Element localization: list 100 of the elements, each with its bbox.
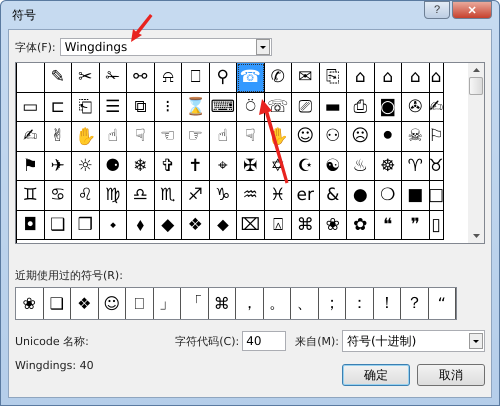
symbol-cell[interactable]: ❄ bbox=[127, 152, 154, 181]
symbol-cell[interactable]: ♊ bbox=[17, 181, 44, 210]
symbol-cell[interactable]: ♐ bbox=[182, 181, 210, 210]
symbol-cell[interactable]: ❝ bbox=[374, 210, 402, 240]
symbol-cell[interactable]: ✁ bbox=[100, 63, 127, 92]
symbol-cell[interactable]: ⌖ bbox=[210, 152, 237, 181]
symbol-cell[interactable]: ♨ bbox=[347, 152, 374, 181]
symbol-cell[interactable]: ☞ bbox=[182, 122, 210, 152]
recent-symbol-cell[interactable]: ！ bbox=[374, 288, 401, 319]
symbol-cell[interactable]: ⚯ bbox=[127, 63, 154, 92]
symbol-cell[interactable]: ▬ bbox=[320, 92, 347, 122]
symbol-cell[interactable]: ☝ bbox=[100, 122, 127, 152]
symbol-cell[interactable]: ☼ bbox=[72, 152, 100, 181]
recent-symbol-cell[interactable]: ， bbox=[236, 288, 264, 319]
symbol-cell[interactable]: ❀ bbox=[320, 210, 347, 240]
symbol-cell[interactable]: ▯ bbox=[430, 210, 444, 240]
symbol-cell[interactable]: ✿ bbox=[347, 210, 374, 240]
symbol-cell[interactable]: ✉ bbox=[292, 63, 320, 92]
symbol-cell[interactable]: ✈ bbox=[44, 152, 72, 181]
symbol-cell[interactable]: ❍ bbox=[374, 181, 402, 210]
recent-symbol-cell[interactable]: 、 bbox=[291, 288, 318, 319]
symbol-cell[interactable]: ⚐ bbox=[430, 122, 444, 152]
char-code-field[interactable]: 40 bbox=[242, 331, 286, 351]
symbol-cell[interactable]: ⊏ bbox=[44, 92, 72, 122]
symbol-cell[interactable]: ✆ bbox=[264, 63, 292, 92]
symbol-cell[interactable]: ❒ bbox=[72, 210, 100, 240]
recent-symbol-cell[interactable]: “ bbox=[428, 288, 456, 319]
scroll-thumb[interactable] bbox=[469, 77, 483, 95]
symbol-cell[interactable]: ☺ bbox=[292, 122, 320, 152]
symbol-cell[interactable]: ⎘ bbox=[320, 63, 347, 92]
symbol-cell[interactable]: ☠ bbox=[402, 122, 430, 152]
symbol-cell[interactable]: ⌂ bbox=[430, 63, 444, 92]
symbol-cell[interactable]: ◙ bbox=[374, 92, 402, 122]
symbol-cell[interactable]: ⬧ bbox=[127, 210, 154, 240]
symbol-cell[interactable]: ☜ bbox=[154, 122, 182, 152]
recent-symbol-cell[interactable]: ❑ bbox=[44, 288, 71, 319]
symbol-cell[interactable]: ⧉ bbox=[127, 92, 154, 122]
symbol-cell[interactable]: ☯ bbox=[320, 152, 347, 181]
symbol-cell[interactable]: ⌘ bbox=[292, 210, 320, 240]
symbol-cell[interactable]: ⎚ bbox=[292, 92, 320, 122]
symbol-cell[interactable]: ⚫ bbox=[374, 122, 402, 152]
symbol-cell[interactable]: ☟ bbox=[237, 122, 264, 152]
symbol-cell[interactable]: ◘ bbox=[17, 210, 44, 240]
symbol-cell[interactable]: ♎ bbox=[127, 181, 154, 210]
symbol-cell[interactable]: ⎗ bbox=[72, 92, 100, 122]
symbol-cell[interactable]: ⬩ bbox=[100, 210, 127, 240]
ok-button[interactable]: 确定 bbox=[342, 364, 410, 386]
symbol-cell[interactable]: ⚑ bbox=[17, 152, 44, 181]
symbol-cell[interactable]: ☝ bbox=[210, 122, 237, 152]
recent-symbol-cell[interactable]: ； bbox=[318, 288, 346, 319]
symbol-cell[interactable]: ❞ bbox=[402, 210, 430, 240]
recent-symbol-cell[interactable]: ⌘ bbox=[208, 288, 236, 319]
symbol-cell[interactable]: ⎕ bbox=[182, 63, 210, 92]
symbol-cell[interactable]: ☸ bbox=[374, 152, 402, 181]
symbol-cell[interactable]: ❑ bbox=[44, 210, 72, 240]
recent-symbol-cell[interactable]: 」 bbox=[154, 288, 181, 319]
symbol-cell[interactable] bbox=[17, 63, 44, 92]
symbol-cell[interactable]: ■ bbox=[402, 181, 430, 210]
symbol-cell[interactable]: ♒ bbox=[237, 181, 264, 210]
symbol-cell[interactable]: ⌂ bbox=[402, 63, 430, 92]
symbol-cell[interactable]: ⌨ bbox=[210, 92, 237, 122]
recent-symbol-cell[interactable]: 「 bbox=[181, 288, 208, 319]
symbol-cell[interactable]: ♉ bbox=[430, 152, 444, 181]
symbol-cell[interactable]: ☪ bbox=[292, 152, 320, 181]
symbol-cell[interactable]: ❖ bbox=[182, 210, 210, 240]
recent-symbol-cell[interactable]: ⎕ bbox=[126, 288, 154, 319]
help-button[interactable]: ? bbox=[424, 1, 450, 19]
recent-symbol-cell[interactable]: ❖ bbox=[71, 288, 98, 319]
symbol-cell[interactable]: ✍ bbox=[17, 122, 44, 152]
symbol-cell[interactable]: ◆ bbox=[154, 210, 182, 240]
symbol-cell[interactable]: ☟ bbox=[127, 122, 154, 152]
recent-symbol-cell[interactable]: 。 bbox=[264, 288, 291, 319]
symbol-cell[interactable]: ✞ bbox=[154, 152, 182, 181]
scrollbar[interactable] bbox=[468, 63, 484, 243]
symbol-cell[interactable]: ⌂ bbox=[374, 63, 402, 92]
symbol-cell[interactable]: ⁝ bbox=[154, 92, 182, 122]
cancel-button[interactable]: 取消 bbox=[417, 364, 485, 386]
symbol-cell[interactable]: ♏ bbox=[154, 181, 182, 210]
symbol-cell[interactable]: ✝ bbox=[182, 152, 210, 181]
symbol-cell[interactable]: & bbox=[320, 181, 347, 210]
scroll-up-icon[interactable] bbox=[472, 67, 480, 73]
symbol-cell[interactable]: er bbox=[292, 181, 320, 210]
symbol-cell[interactable]: ✎ bbox=[44, 63, 72, 92]
symbol-cell[interactable]: ⚇ bbox=[320, 122, 347, 152]
symbol-cell[interactable]: ♋ bbox=[44, 181, 72, 210]
symbol-cell[interactable]: ♈ bbox=[402, 152, 430, 181]
symbol-cell[interactable]: ✂ bbox=[72, 63, 100, 92]
symbol-cell[interactable]: ☹ bbox=[347, 122, 374, 152]
symbol-cell[interactable]: ⬥ bbox=[210, 210, 237, 240]
symbol-cell[interactable]: ♍ bbox=[100, 181, 127, 210]
symbol-cell[interactable]: ♌ bbox=[72, 181, 100, 210]
symbol-cell[interactable]: ✠ bbox=[237, 152, 264, 181]
from-dropdown[interactable]: 符号(十进制) bbox=[342, 330, 485, 352]
font-dropdown[interactable]: Wingdings bbox=[60, 38, 272, 56]
symbol-cell[interactable]: ✇ bbox=[402, 92, 430, 122]
recent-symbol-cell[interactable]: ？ bbox=[401, 288, 428, 319]
symbol-cell[interactable]: ● bbox=[347, 181, 374, 210]
symbol-cell[interactable]: ⌧ bbox=[237, 210, 264, 240]
symbol-cell[interactable]: ✍ bbox=[430, 92, 444, 122]
symbol-cell[interactable]: ✌ bbox=[44, 122, 72, 152]
